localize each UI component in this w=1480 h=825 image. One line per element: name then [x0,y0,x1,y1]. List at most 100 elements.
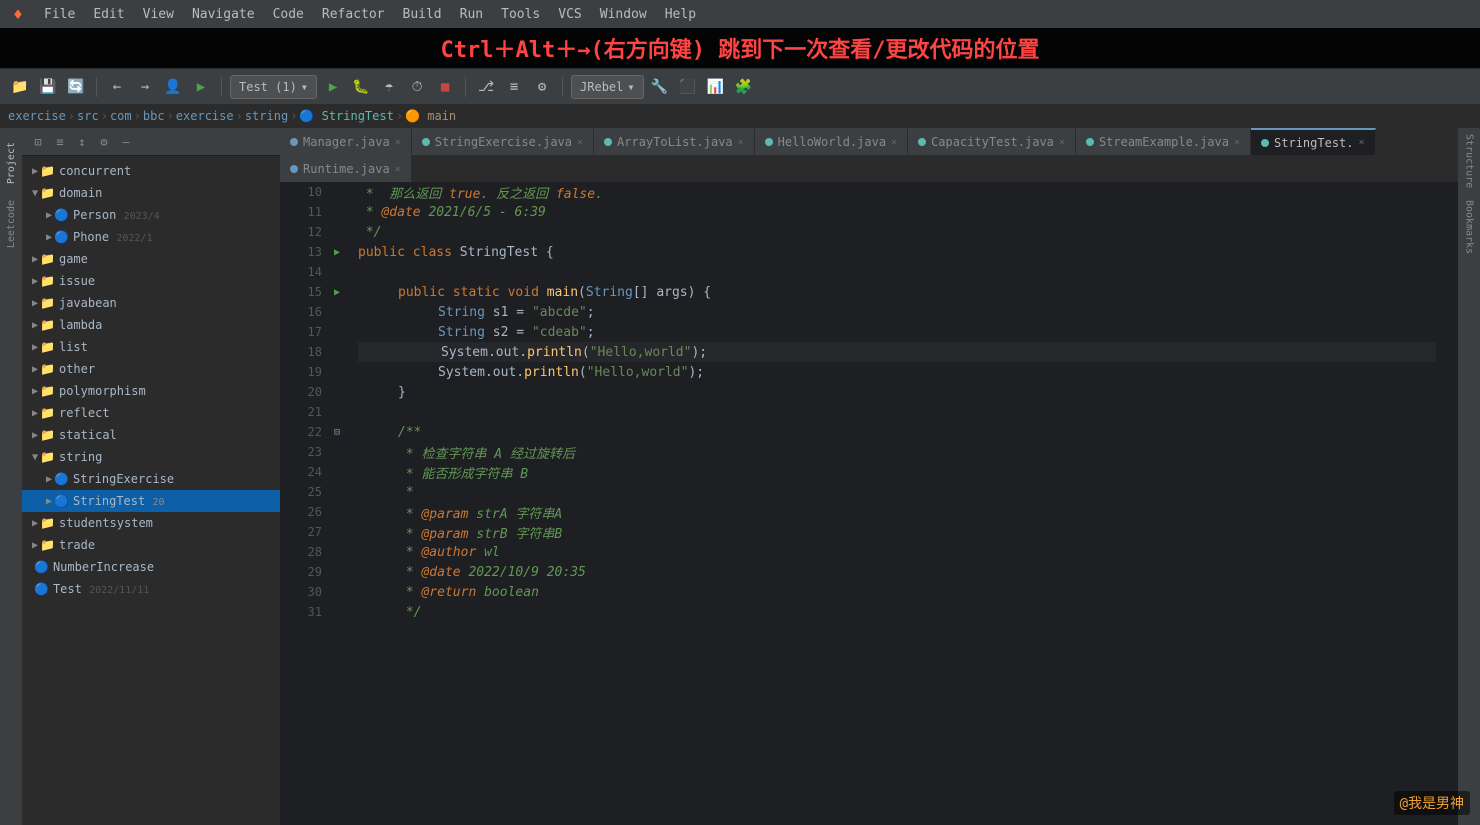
tab-stringtest[interactable]: StringTest. × [1251,128,1376,155]
tree-item-studentsystem[interactable]: ▶ 📁 studentsystem [22,512,280,534]
tree-item-domain[interactable]: ▼ 📁 domain [22,182,280,204]
tab-close-stringtest[interactable]: × [1359,137,1365,148]
tree-item-other[interactable]: ▶ 📁 other [22,358,280,380]
right-scrollbar[interactable] [1444,182,1458,825]
breadcrumb-exercise[interactable]: exercise [8,109,66,123]
toolbar-extra-btn[interactable]: 🔧 [648,75,672,99]
tab-streamexample[interactable]: StreamExample.java × [1076,128,1251,155]
menu-view[interactable]: View [135,5,182,24]
toolbar-user-btn[interactable]: 👤 [161,75,185,99]
tree-item-reflect[interactable]: ▶ 📁 reflect [22,402,280,424]
menu-edit[interactable]: Edit [85,5,132,24]
toolbar-extra4-btn[interactable]: 🧩 [732,75,756,99]
toolbar-extra2-btn[interactable]: ⬛ [676,75,700,99]
tree-item-statical[interactable]: ▶ 📁 statical [22,424,280,446]
gutter-22-fold[interactable]: ⊟ [330,422,344,442]
toolbar-coverage-btn[interactable]: ☂ [377,75,401,99]
breadcrumb-com[interactable]: com [110,109,132,123]
code-editor[interactable]: 10 11 12 13 14 15 16 17 18 19 20 21 22 2… [280,182,1458,825]
tab-runtime[interactable]: Runtime.java × [280,155,412,182]
tree-item-concurrent[interactable]: ▶ 📁 concurrent [22,160,280,182]
toolbar-extra3-btn[interactable]: 📊 [704,75,728,99]
tab-close-arraytolist[interactable]: × [738,137,744,148]
toolbar-refresh-btn[interactable]: 🔄 [64,75,88,99]
tree-item-person[interactable]: ▶ 🔵 Person 2023/4 [22,204,280,226]
menu-help[interactable]: Help [657,5,704,24]
toolbar-open-btn[interactable]: 📁 [8,75,32,99]
tree-item-test[interactable]: 🔵 Test 2022/11/11 [22,578,280,600]
tree-item-game[interactable]: ▶ 📁 game [22,248,280,270]
toolbar-debug-btn[interactable]: 🐛 [349,75,373,99]
jrebel-dropdown[interactable]: JRebel ▾ [571,75,644,99]
menu-refactor[interactable]: Refactor [314,5,393,24]
toolbar-git-btn[interactable]: ⎇ [474,75,498,99]
code-content[interactable]: * 那么返回 true. 反之返回 false. * @date 2021/6/… [350,182,1444,825]
gutter-15-run[interactable]: ▶ [330,282,344,302]
tree-item-issue[interactable]: ▶ 📁 issue [22,270,280,292]
tab-label-arraytolist: ArrayToList.java [617,135,733,149]
folder-icon-statical: 📁 [40,428,55,442]
tree-item-phone[interactable]: ▶ 🔵 Phone 2022/1 [22,226,280,248]
sidebar-tab-bookmarks[interactable]: Bookmarks [1462,194,1477,260]
tab-capacitytest[interactable]: CapacityTest.java × [908,128,1076,155]
tree-item-javabean[interactable]: ▶ 📁 javabean [22,292,280,314]
toolbar-vcs-btn[interactable]: ≡ [502,75,526,99]
tree-header-btn-1[interactable]: ⊡ [30,134,46,150]
tab-helloworld[interactable]: HelloWorld.java × [755,128,908,155]
toolbar-profile-btn[interactable]: ⏱ [405,75,429,99]
tree-item-numberincrease[interactable]: 🔵 NumberIncrease [22,556,280,578]
breadcrumb-src[interactable]: src [77,109,99,123]
tab-close-capacitytest[interactable]: × [1059,137,1065,148]
tab-manager[interactable]: Manager.java × [280,128,412,155]
menu-run[interactable]: Run [452,5,491,24]
tree-item-list[interactable]: ▶ 📁 list [22,336,280,358]
sidebar-tab-leetcode[interactable]: Leetcode [4,194,19,254]
tab-stringexercise[interactable]: StringExercise.java × [412,128,594,155]
sidebar-tab-project[interactable]: Project [4,136,19,190]
menu-build[interactable]: Build [395,5,450,24]
toolbar-settings-btn[interactable]: ⚙ [530,75,554,99]
toolbar-stop-btn[interactable]: ■ [433,75,457,99]
toolbar-config-dropdown[interactable]: Test (1) ▾ [230,75,317,99]
tab-close-runtime[interactable]: × [395,164,401,175]
tree-item-stringtest[interactable]: ▶ 🔵 StringTest 20 [22,490,280,512]
menu-navigate[interactable]: Navigate [184,5,263,24]
breadcrumb-stringtest[interactable]: 🔵 StringTest [299,109,393,123]
tab-close-streamexample[interactable]: × [1234,137,1240,148]
tab-label-streamexample: StreamExample.java [1099,135,1229,149]
tree-header-btn-2[interactable]: ≡ [52,134,68,150]
breadcrumb-main[interactable]: 🟠 main [405,109,456,123]
sidebar-tab-structure[interactable]: Structure [1462,128,1477,194]
toolbar-forward-btn[interactable]: → [133,75,157,99]
code-line-30: * @return boolean [358,582,1436,602]
tab-arraytolist[interactable]: ArrayToList.java × [594,128,755,155]
tree-item-trade[interactable]: ▶ 📁 trade [22,534,280,556]
tree-item-stringexercise[interactable]: ▶ 🔵 StringExercise [22,468,280,490]
gutter-13-run[interactable]: ▶ [330,242,344,262]
java-icon-stringexercise: 🔵 [54,472,69,486]
tree-item-polymorphism[interactable]: ▶ 📁 polymorphism [22,380,280,402]
tab-close-helloworld[interactable]: × [891,137,897,148]
line-num-16: 16 [288,302,322,322]
tree-header-btn-3[interactable]: ↕ [74,134,90,150]
tab-close-stringexercise[interactable]: × [577,137,583,148]
breadcrumb-string[interactable]: string [245,109,288,123]
menu-window[interactable]: Window [592,5,655,24]
toolbar-save-btn[interactable]: 💾 [36,75,60,99]
toolbar-sep-3 [465,77,466,97]
toolbar-run-btn[interactable]: ▶ [321,75,345,99]
menu-tools[interactable]: Tools [493,5,548,24]
tree-settings-btn[interactable]: ⚙ [96,134,112,150]
breadcrumb-bbc[interactable]: bbc [143,109,165,123]
file-tree-content[interactable]: ▶ 📁 concurrent ▼ 📁 domain ▶ 🔵 Person 202… [22,156,280,825]
menu-vcs[interactable]: VCS [550,5,589,24]
toolbar-back-btn[interactable]: ← [105,75,129,99]
tree-item-lambda[interactable]: ▶ 📁 lambda [22,314,280,336]
breadcrumb-exercise2[interactable]: exercise [176,109,234,123]
tree-close-btn[interactable]: — [118,134,134,150]
menu-file[interactable]: File [36,5,83,24]
menu-code[interactable]: Code [265,5,312,24]
tab-close-manager[interactable]: × [395,137,401,148]
tree-item-string[interactable]: ▼ 📁 string [22,446,280,468]
toolbar-search-btn[interactable]: ▶ [189,75,213,99]
